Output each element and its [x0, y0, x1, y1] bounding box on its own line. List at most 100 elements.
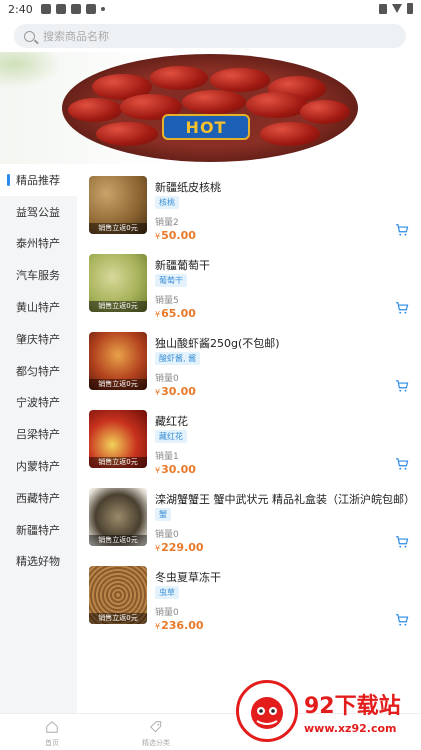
- sidebar-item-label: 益驾公益: [16, 205, 60, 219]
- search-input[interactable]: [43, 29, 363, 43]
- product-image-caption: 销售立返0元: [89, 457, 147, 468]
- search-icon: [24, 30, 35, 42]
- price-value: 30.00: [161, 385, 196, 398]
- sidebar-item-lvliang[interactable]: 吕梁特产: [0, 418, 77, 450]
- search-bar[interactable]: [14, 24, 406, 48]
- notification-icon: [55, 4, 66, 14]
- add-to-cart-icon[interactable]: [395, 613, 409, 627]
- sidebar-item-tibet[interactable]: 西藏特产: [0, 482, 77, 514]
- sidebar-item-charity[interactable]: 益驾公益: [0, 196, 77, 228]
- battery-icon: [407, 3, 413, 14]
- status-bar: 2:40: [0, 0, 421, 18]
- product-name: 藏红花: [155, 415, 188, 428]
- currency-symbol: ¥: [155, 466, 161, 475]
- download-icon: [85, 4, 96, 14]
- sidebar-item-zhaoqing[interactable]: 肇庆特产: [0, 323, 77, 355]
- date-decor: [150, 66, 208, 90]
- product-image: 销售立返0元: [89, 566, 147, 624]
- product-image-caption: 销售立返0元: [89, 223, 147, 234]
- sidebar-item-label: 黄山特产: [16, 301, 60, 315]
- product-card[interactable]: 销售立返0元 冬虫夏草冻干 虫草 销量0 ¥236.00: [89, 557, 409, 635]
- sidebar-item-taizhou[interactable]: 泰州特产: [0, 228, 77, 260]
- product-card[interactable]: 销售立返0元 独山酸虾酱250g(不包邮) 酸虾酱, 酱 销量0 ¥30.00: [89, 323, 409, 401]
- product-tag: 葡萄干: [155, 274, 187, 287]
- product-sales: 销量0: [155, 374, 179, 384]
- product-image: 销售立返0元: [89, 332, 147, 390]
- product-price: ¥236.00: [155, 619, 204, 632]
- sidebar-item-label: 泰州特产: [16, 237, 60, 251]
- product-name: 新疆纸皮核桃: [155, 181, 221, 194]
- sidebar-item-xinjiang[interactable]: 新疆特产: [0, 514, 77, 546]
- watermark-url: www.xz92.com: [304, 722, 397, 735]
- tab-category[interactable]: 精选分类: [126, 720, 186, 748]
- tag-icon: [150, 721, 162, 733]
- add-to-cart-icon[interactable]: [395, 379, 409, 393]
- sidebar-item-featured[interactable]: 精品推荐: [0, 164, 77, 196]
- tab-home[interactable]: 首页: [22, 720, 82, 748]
- currency-symbol: ¥: [155, 622, 161, 631]
- site-watermark: 92下载站 www.xz92.com: [236, 676, 421, 746]
- sidebar-item-label: 精品推荐: [16, 173, 60, 187]
- watermark-brand: 92下载站: [304, 694, 401, 719]
- product-name: 独山酸虾酱250g(不包邮): [155, 337, 280, 350]
- product-name: 冬虫夏草冻干: [155, 571, 221, 584]
- wifi-icon: [392, 4, 402, 13]
- sidebar-item-label: 汽车服务: [16, 269, 60, 283]
- price-value: 50.00: [161, 229, 196, 242]
- date-decor: [300, 100, 350, 124]
- product-card[interactable]: 销售立返0元 新疆纸皮核桃 核桃 销量2 ¥50.00: [89, 167, 409, 245]
- banner-leaves-decor: [0, 52, 70, 92]
- product-price: ¥30.00: [155, 385, 196, 398]
- product-list: 销售立返0元 新疆纸皮核桃 核桃 销量2 ¥50.00 销售立返0元 新疆葡萄干…: [77, 164, 421, 713]
- currency-symbol: ¥: [155, 544, 161, 553]
- product-tag: 蟹: [155, 508, 171, 521]
- date-decor: [260, 122, 320, 146]
- product-card[interactable]: 销售立返0元 新疆葡萄干 葡萄干 销量5 ¥65.00: [89, 245, 409, 323]
- product-tag: 酸虾酱, 酱: [155, 352, 201, 365]
- currency-symbol: ¥: [155, 232, 161, 241]
- product-sales: 销量0: [155, 608, 179, 618]
- more-dot-icon: [100, 7, 105, 11]
- vibrate-icon: [379, 3, 387, 14]
- product-tag: 核桃: [155, 196, 179, 209]
- sidebar-item-selected-goods[interactable]: 精选好物: [0, 546, 77, 578]
- mascot-icon: [251, 697, 283, 729]
- sidebar-item-huangshan[interactable]: 黄山特产: [0, 291, 77, 323]
- product-image-caption: 销售立返0元: [89, 379, 147, 390]
- product-sales: 销量5: [155, 296, 179, 306]
- product-name: 新疆葡萄干: [155, 259, 210, 272]
- product-image: 销售立返0元: [89, 488, 147, 546]
- date-decor: [246, 92, 308, 118]
- tab-label: 首页: [45, 739, 59, 747]
- status-time: 2:40: [8, 2, 33, 16]
- product-image: 销售立返0元: [89, 410, 147, 468]
- product-image-caption: 销售立返0元: [89, 301, 147, 312]
- add-to-cart-icon[interactable]: [395, 535, 409, 549]
- product-name: 滦湖蟹蟹王 蟹中武状元 精品礼盒装（江浙沪皖包邮）: [155, 493, 415, 506]
- product-image: 销售立返0元: [89, 176, 147, 234]
- date-decor: [210, 68, 270, 92]
- price-value: 30.00: [161, 463, 196, 476]
- product-card[interactable]: 销售立返0元 滦湖蟹蟹王 蟹中武状元 精品礼盒装（江浙沪皖包邮） 蟹 销量0 ¥…: [89, 479, 415, 557]
- product-card[interactable]: 销售立返0元 藏红花 藏红花 销量1 ¥30.00: [89, 401, 409, 479]
- add-to-cart-icon[interactable]: [395, 301, 409, 315]
- currency-symbol: ¥: [155, 388, 161, 397]
- category-sidebar: 精品推荐 益驾公益 泰州特产 汽车服务 黄山特产 肇庆特产 都匀特产 宁波特产 …: [0, 164, 77, 713]
- product-tag: 藏红花: [155, 430, 187, 443]
- sidebar-item-inner-mongolia[interactable]: 内蒙特产: [0, 450, 77, 482]
- add-to-cart-icon[interactable]: [395, 223, 409, 237]
- product-image: 销售立返0元: [89, 254, 147, 312]
- product-sales: 销量1: [155, 452, 179, 462]
- sidebar-item-ningbo[interactable]: 宁波特产: [0, 387, 77, 419]
- product-image-caption: 销售立返0元: [89, 535, 147, 546]
- sidebar-item-duyun[interactable]: 都匀特产: [0, 355, 77, 387]
- sidebar-item-car-service[interactable]: 汽车服务: [0, 259, 77, 291]
- sidebar-item-label: 肇庆特产: [16, 332, 60, 346]
- product-price: ¥30.00: [155, 463, 196, 476]
- sidebar-item-label: 都匀特产: [16, 364, 60, 378]
- sidebar-item-label: 西藏特产: [16, 491, 60, 505]
- banner[interactable]: HOT: [0, 52, 421, 164]
- watermark-logo: [236, 680, 298, 742]
- add-to-cart-icon[interactable]: [395, 457, 409, 471]
- currency-symbol: ¥: [155, 310, 161, 319]
